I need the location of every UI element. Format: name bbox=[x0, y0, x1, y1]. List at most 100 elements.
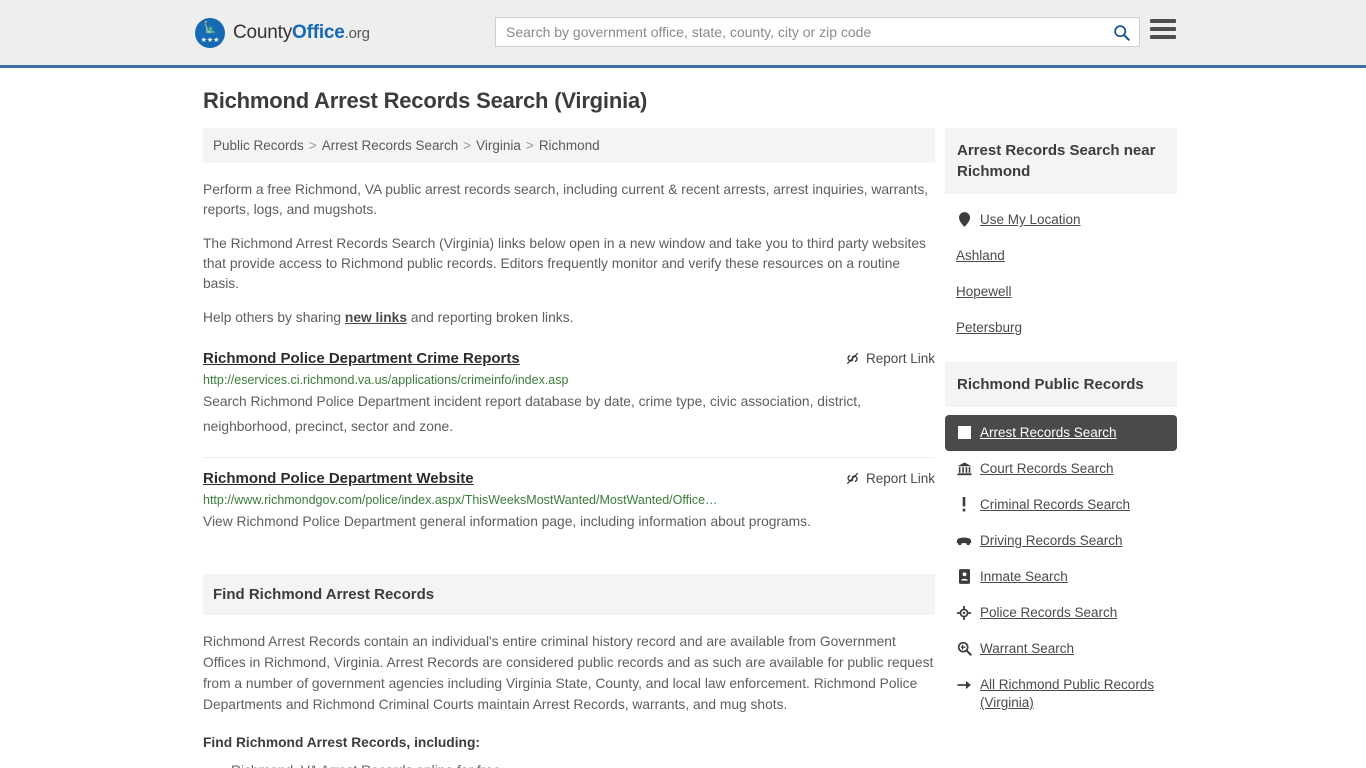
breadcrumb-item-virginia[interactable]: Virginia bbox=[476, 138, 521, 153]
report-link-button[interactable]: Report Link bbox=[845, 350, 935, 366]
result-header: Richmond Police Department Crime Reports… bbox=[203, 350, 935, 367]
public-records-list: Arrest Records Search Court Records Sear… bbox=[945, 407, 1177, 721]
hamburger-bar bbox=[1150, 27, 1176, 31]
sidebar-item-label: Police Records Search bbox=[980, 605, 1118, 620]
near-records-panel: Arrest Records Search near Richmond Use … bbox=[945, 128, 1177, 346]
stars-icon: ★★★ bbox=[200, 36, 220, 44]
exclamation-icon bbox=[956, 496, 972, 513]
sidebar-item-label: Arrest Records Search bbox=[980, 425, 1117, 440]
intro-paragraph-2: The Richmond Arrest Records Search (Virg… bbox=[203, 236, 926, 291]
county-office-emblem-icon: 🗽 ★★★ bbox=[195, 17, 225, 48]
breadcrumb-item-arrest-records-search[interactable]: Arrest Records Search bbox=[322, 138, 459, 153]
courthouse-icon bbox=[956, 460, 972, 477]
hamburger-bar bbox=[1150, 35, 1176, 39]
sidebar-item-label: Warrant Search bbox=[980, 641, 1075, 656]
id-badge-icon bbox=[956, 568, 972, 585]
map-pin-icon bbox=[956, 211, 972, 228]
result-url: http://www.richmondgov.com/police/index.… bbox=[203, 493, 718, 507]
public-records-panel: Richmond Public Records Arrest Records S… bbox=[945, 362, 1177, 721]
breadcrumb-separator: > bbox=[308, 138, 317, 153]
result-item: Richmond Police Department Crime Reports… bbox=[203, 350, 935, 449]
list-item: Richmond, VA Arrest Records online for f… bbox=[231, 761, 935, 768]
near-records-list: Use My Location Ashland Hopewell Petersb… bbox=[945, 194, 1177, 346]
search-input[interactable] bbox=[496, 18, 1103, 46]
result-header: Richmond Police Department Website Repor… bbox=[203, 470, 935, 487]
sidebar-item-court-records-search[interactable]: Court Records Search bbox=[945, 451, 1177, 487]
breadcrumb: Public Records > Arrest Records Search > Vir… bbox=[203, 128, 935, 163]
brand-part-county: County bbox=[233, 21, 293, 43]
sidebar-item-use-my-location[interactable]: Use My Location bbox=[945, 202, 1177, 238]
search-bar bbox=[495, 17, 1140, 47]
results-list: Richmond Police Department Crime Reports… bbox=[203, 350, 935, 544]
find-records-section-header: Find Richmond Arrest Records bbox=[203, 574, 935, 615]
sidebar-item-label: Criminal Records Search bbox=[980, 497, 1131, 512]
sidebar: Arrest Records Search near Richmond Use … bbox=[945, 128, 1177, 768]
sidebar-item-ashland[interactable]: Ashland bbox=[945, 238, 1177, 274]
sidebar-item-label: Petersburg bbox=[956, 320, 1023, 335]
find-records-subheading: Find Richmond Arrest Records, including: bbox=[203, 735, 480, 750]
brand-wordmark: CountyOffice.org bbox=[233, 22, 370, 44]
breadcrumb-item-richmond: Richmond bbox=[538, 138, 600, 153]
near-records-panel-title: Arrest Records Search near Richmond bbox=[957, 142, 1156, 180]
sidebar-item-police-records-search[interactable]: Police Records Search bbox=[945, 595, 1177, 631]
sidebar-item-driving-records-search[interactable]: Driving Records Search bbox=[945, 523, 1177, 559]
broken-link-icon bbox=[846, 353, 858, 364]
site-header: 🗽 ★★★ CountyOffice.org bbox=[0, 0, 1366, 68]
find-records-bullet-list: Richmond, VA Arrest Records online for f… bbox=[203, 761, 935, 768]
page-title: Richmond Arrest Records Search (Virginia… bbox=[203, 88, 648, 113]
new-links-link[interactable]: new links bbox=[345, 310, 407, 325]
breadcrumb-item-public-records[interactable]: Public Records bbox=[213, 138, 304, 153]
sidebar-item-criminal-records-search[interactable]: Criminal Records Search bbox=[945, 487, 1177, 523]
breadcrumb-separator: > bbox=[525, 138, 534, 153]
sidebar-item-all-public-records[interactable]: All Richmond Public Records (Virginia) bbox=[945, 667, 1177, 721]
police-badge-icon bbox=[956, 604, 972, 621]
page-container: Richmond Arrest Records Search (Virginia… bbox=[0, 88, 1366, 768]
result-title-link[interactable]: Richmond Police Department Crime Reports bbox=[203, 350, 520, 367]
result-description: View Richmond Police Department general … bbox=[203, 514, 811, 529]
sidebar-item-label: Inmate Search bbox=[980, 569, 1068, 584]
content-columns: Public Records > Arrest Records Search > Vir… bbox=[203, 128, 1177, 768]
intro-paragraph-1: Perform a free Richmond, VA public arres… bbox=[203, 182, 929, 217]
main-column: Public Records > Arrest Records Search > Vir… bbox=[203, 128, 935, 768]
find-records-paragraph: Richmond Arrest Records contain an indiv… bbox=[203, 634, 934, 712]
sidebar-item-label: Ashland bbox=[956, 248, 1005, 263]
hamburger-bar bbox=[1150, 19, 1176, 23]
near-records-panel-header: Arrest Records Search near Richmond bbox=[945, 128, 1177, 194]
broken-link-icon bbox=[846, 473, 858, 484]
hamburger-menu-icon[interactable] bbox=[1150, 19, 1176, 39]
sidebar-item-inmate-search[interactable]: Inmate Search bbox=[945, 559, 1177, 595]
magnifier-plus-icon bbox=[956, 640, 972, 657]
eagle-icon: 🗽 bbox=[203, 21, 217, 34]
sidebar-item-label: Use My Location bbox=[980, 212, 1081, 227]
find-records-body: Richmond Arrest Records contain an indiv… bbox=[203, 631, 935, 768]
sidebar-item-arrest-records-search[interactable]: Arrest Records Search bbox=[945, 415, 1177, 451]
intro-paragraph-3: Help others by sharing new links and rep… bbox=[203, 308, 935, 328]
find-records-heading: Find Richmond Arrest Records bbox=[213, 586, 435, 603]
sidebar-item-label: Court Records Search bbox=[980, 461, 1114, 476]
brand-part-office: Office bbox=[292, 21, 345, 43]
sidebar-item-label: All Richmond Public Records (Virginia) bbox=[980, 677, 1155, 710]
sidebar-item-petersburg[interactable]: Petersburg bbox=[945, 310, 1177, 346]
share-text-before: Help others by sharing bbox=[203, 310, 345, 325]
car-icon bbox=[956, 532, 972, 549]
report-link-button[interactable]: Report Link bbox=[845, 470, 935, 486]
result-title-link[interactable]: Richmond Police Department Website bbox=[203, 470, 474, 487]
sidebar-item-hopewell[interactable]: Hopewell bbox=[945, 274, 1177, 310]
brand-part-tld: .org bbox=[344, 24, 370, 42]
report-link-label: Report Link bbox=[865, 351, 935, 366]
search-icon bbox=[1113, 24, 1130, 41]
sidebar-item-warrant-search[interactable]: Warrant Search bbox=[945, 631, 1177, 667]
sidebar-item-label: Hopewell bbox=[956, 284, 1012, 299]
report-link-label: Report Link bbox=[865, 471, 935, 486]
site-logo[interactable]: 🗽 ★★★ CountyOffice.org bbox=[195, 17, 370, 48]
share-text-after: and reporting broken links. bbox=[407, 310, 574, 325]
white-square-icon bbox=[956, 424, 972, 441]
search-button[interactable] bbox=[1103, 18, 1139, 46]
public-records-panel-header: Richmond Public Records bbox=[945, 362, 1177, 407]
result-url: http://eservices.ci.richmond.va.us/appli… bbox=[203, 373, 569, 387]
result-description: Search Richmond Police Department incide… bbox=[203, 394, 861, 434]
breadcrumb-separator: > bbox=[463, 138, 472, 153]
sidebar-item-label: Driving Records Search bbox=[980, 533, 1123, 548]
public-records-panel-title: Richmond Public Records bbox=[957, 376, 1144, 393]
arrow-right-icon bbox=[956, 676, 972, 693]
